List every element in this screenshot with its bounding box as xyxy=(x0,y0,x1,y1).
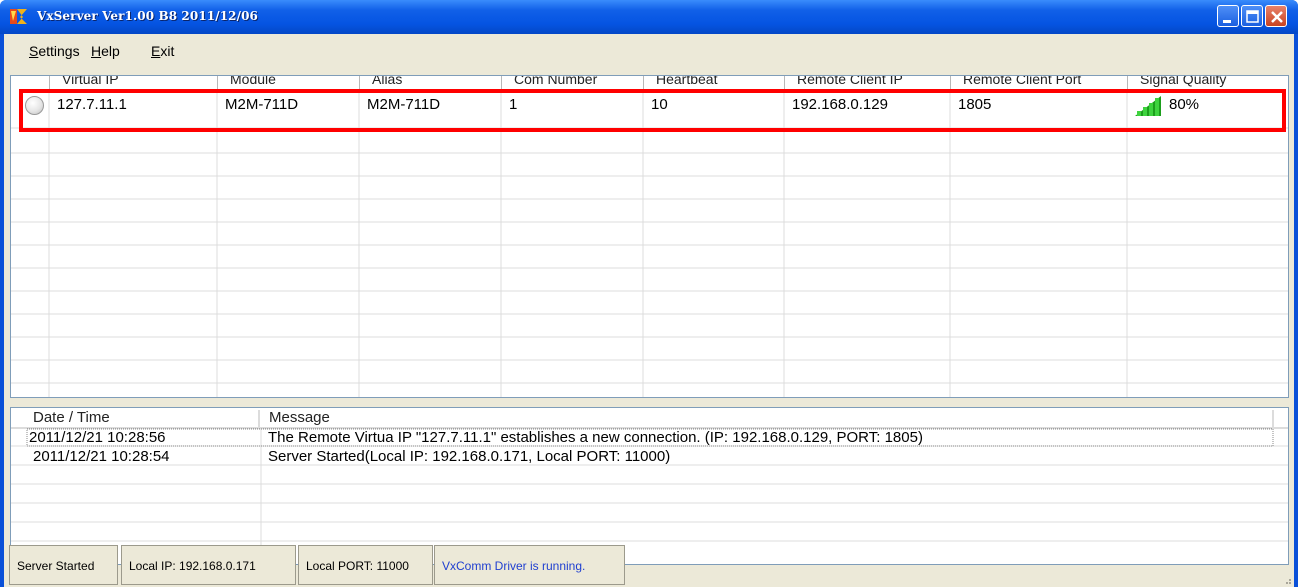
cell-remote-client-ip: 192.168.0.129 xyxy=(792,96,888,113)
col-header-heartbeat[interactable]: Heartbeat xyxy=(643,76,784,90)
module-grid[interactable]: Virtual IP Module Alias Com Number Heart… xyxy=(10,75,1289,398)
col-header-virtual-ip[interactable]: Virtual IP xyxy=(49,76,217,90)
cell-virtual-ip: 127.7.11.1 xyxy=(57,96,127,113)
col-header-com-number[interactable]: Com Number xyxy=(501,76,643,90)
close-icon xyxy=(1271,11,1283,23)
window-title: VxServer Ver1.00 B8 2011/12/06 xyxy=(37,9,258,23)
title-bar[interactable]: VxServer Ver1.00 B8 2011/12/06 xyxy=(0,0,1298,34)
grid-header: Virtual IP Module Alias Com Number Heart… xyxy=(11,76,1288,90)
menu-bar: Settings Help Exit xyxy=(4,34,1294,64)
log-list[interactable]: Date / Time Message 2011/12/21 10:28:56 … xyxy=(10,407,1289,565)
minimize-icon xyxy=(1223,20,1231,23)
close-button[interactable] xyxy=(1265,5,1287,27)
client-area: Settings Help Exit Virtual IP Module Ali… xyxy=(4,34,1294,587)
cell-module: M2M-711D xyxy=(225,96,299,113)
log-datetime: 2011/12/21 10:28:56 xyxy=(29,429,166,446)
app-logo-icon xyxy=(10,9,27,24)
menu-settings-label: Settings xyxy=(29,43,80,59)
cell-alias: M2M-711D xyxy=(367,96,441,113)
resize-grip-icon[interactable] xyxy=(1282,573,1292,585)
status-indicator-icon xyxy=(25,96,44,115)
cell-signal-quality: 80% xyxy=(1169,96,1200,113)
app-window: VxServer Ver1.00 B8 2011/12/06 Settings … xyxy=(0,0,1298,587)
minimize-button[interactable] xyxy=(1217,5,1239,27)
menu-help[interactable]: Help xyxy=(91,43,120,59)
col-header-remote-client-port[interactable]: Remote Client Port xyxy=(950,76,1127,90)
log-col-header-message[interactable]: Message xyxy=(269,409,330,426)
menu-settings[interactable]: Settings xyxy=(29,43,80,59)
status-server: Server Started xyxy=(9,545,118,585)
log-message: Server Started(Local IP: 192.168.0.171, … xyxy=(268,448,671,465)
col-header-module[interactable]: Module xyxy=(217,76,359,90)
cell-heartbeat: 10 xyxy=(651,96,668,113)
maximize-icon xyxy=(1246,10,1259,23)
cell-remote-client-port: 1805 xyxy=(958,96,992,113)
log-datetime: 2011/12/21 10:28:54 xyxy=(33,448,170,465)
status-local-port: Local PORT: 11000 xyxy=(298,545,433,585)
log-col-header-datetime[interactable]: Date / Time xyxy=(33,409,110,426)
signal-strength-icon xyxy=(1135,96,1161,116)
cell-com-number: 1 xyxy=(509,96,518,113)
col-header-alias[interactable]: Alias xyxy=(359,76,501,90)
grid-lines xyxy=(11,90,1288,397)
log-message: The Remote Virtua IP "127.7.11.1" establ… xyxy=(268,429,923,446)
menu-help-label: Help xyxy=(91,43,120,59)
status-local-ip: Local IP: 192.168.0.171 xyxy=(121,545,296,585)
menu-exit[interactable]: Exit xyxy=(151,43,174,59)
col-header-remote-client-ip[interactable]: Remote Client IP xyxy=(784,76,950,90)
menu-exit-label: Exit xyxy=(151,43,175,59)
status-driver: VxComm Driver is running. xyxy=(434,545,625,585)
maximize-button[interactable] xyxy=(1241,5,1263,27)
col-header-signal-quality[interactable]: Signal Quality xyxy=(1127,76,1288,90)
